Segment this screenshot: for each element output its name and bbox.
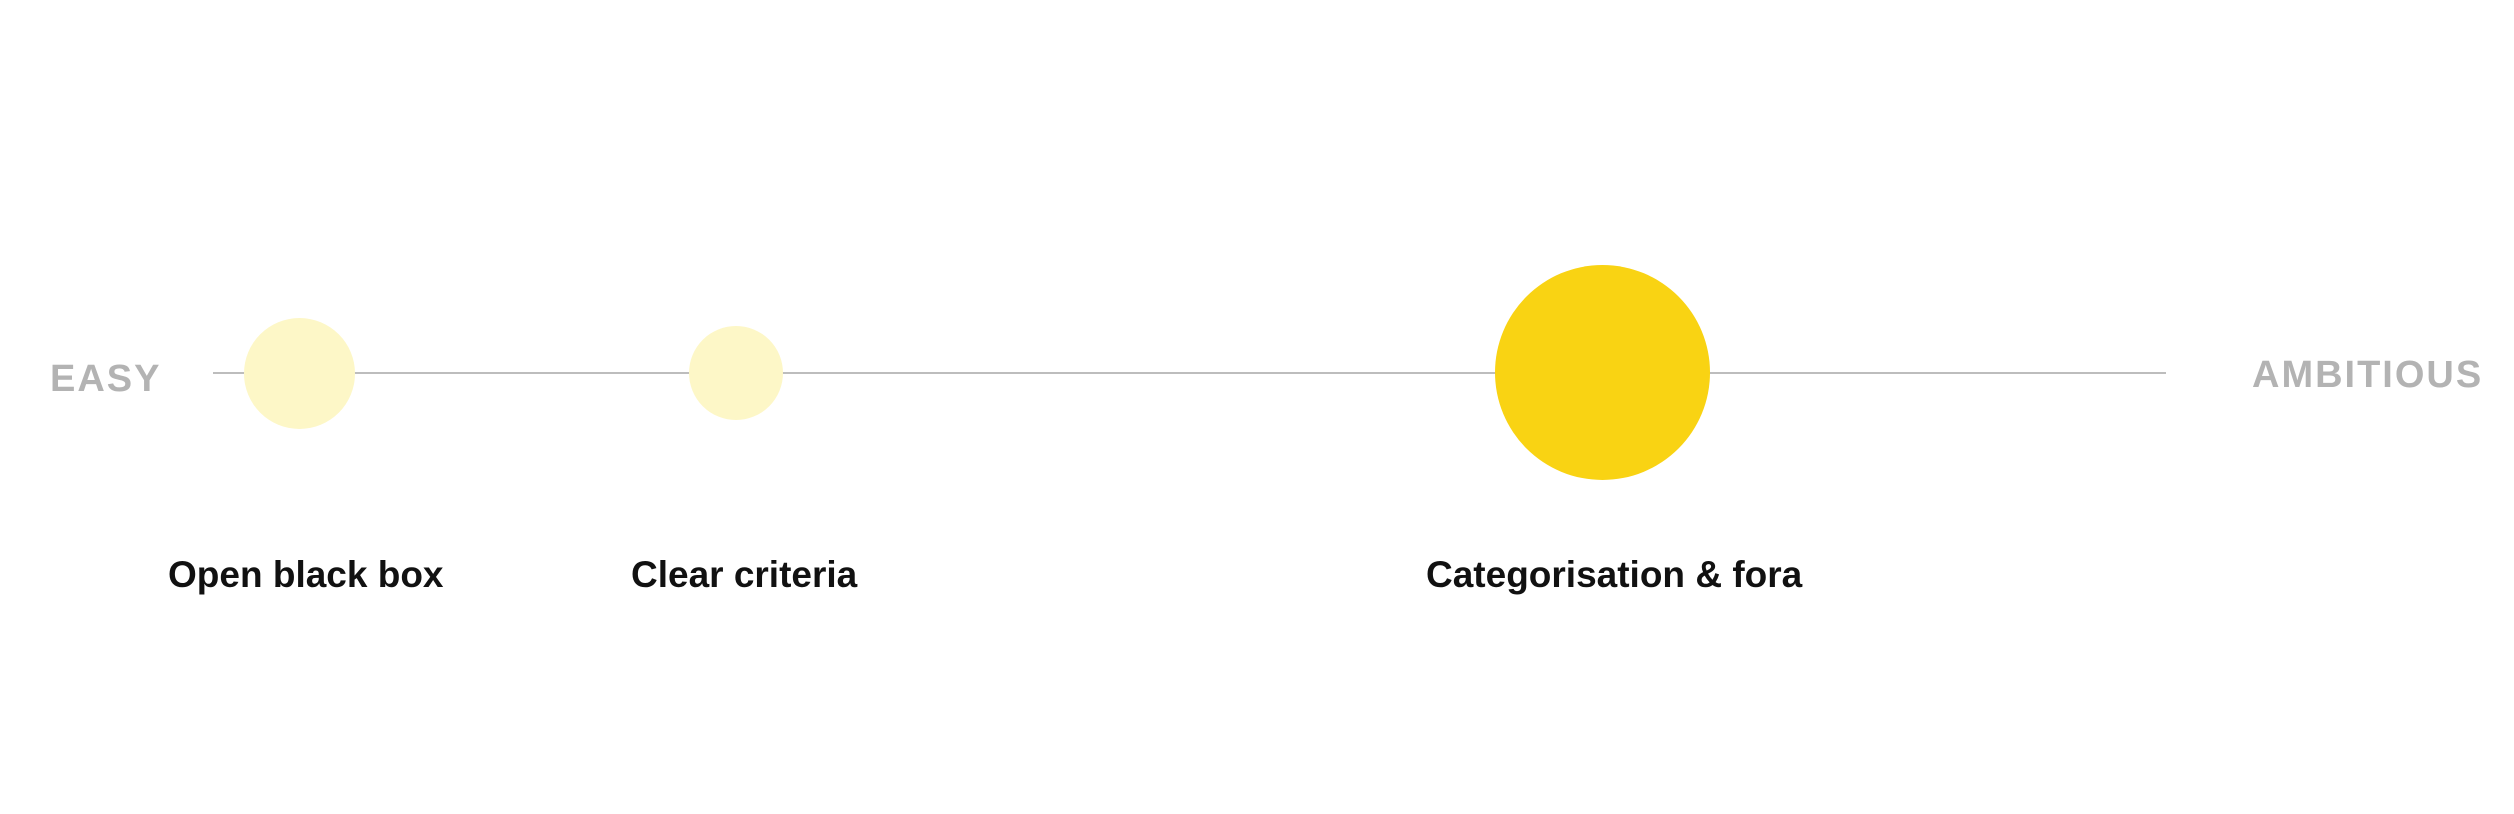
clear-criteria-marker <box>689 326 783 420</box>
categorisation-fora-marker <box>1495 265 1710 480</box>
scale-axis-line <box>213 372 2166 374</box>
clear-criteria-label: Clear criteria <box>631 554 858 595</box>
scale-start-label: EASY <box>50 358 162 400</box>
open-black-box-label: Open black box <box>168 554 444 595</box>
scale-end-label: AMBITIOUS <box>2252 354 2484 396</box>
categorisation-fora-label: Categorisation & fora <box>1426 554 1803 595</box>
open-black-box-marker <box>244 318 355 429</box>
